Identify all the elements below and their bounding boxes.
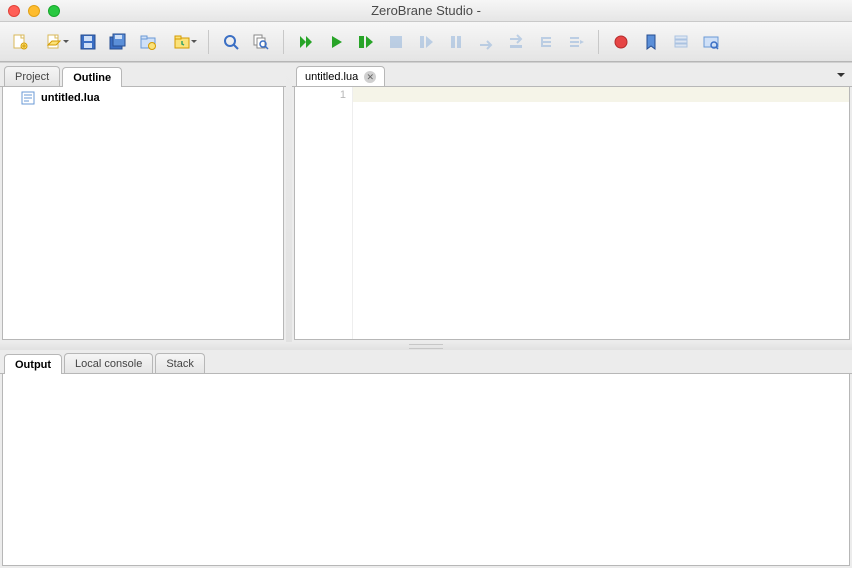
step-over-icon xyxy=(477,33,495,51)
tab-project[interactable]: Project xyxy=(4,66,60,86)
tab-outline[interactable]: Outline xyxy=(62,67,122,87)
lua-file-icon xyxy=(21,91,35,105)
step-into-button[interactable] xyxy=(412,28,440,56)
stop-button[interactable] xyxy=(382,28,410,56)
tab-local-console[interactable]: Local console xyxy=(64,353,153,373)
break-button[interactable] xyxy=(442,28,470,56)
outline-view[interactable]: untitled.lua xyxy=(2,87,284,340)
close-tab-button[interactable]: ✕ xyxy=(364,71,376,83)
breakpoint-button[interactable] xyxy=(607,28,635,56)
run-to-cursor-button[interactable] xyxy=(562,28,590,56)
find-icon xyxy=(222,33,240,51)
save-icon xyxy=(79,33,97,51)
window-title: ZeroBrane Studio - xyxy=(0,3,852,18)
editor-tabs: untitled.lua ✕ xyxy=(292,63,852,87)
code-area[interactable] xyxy=(353,87,849,339)
tab-stack[interactable]: Stack xyxy=(155,353,205,373)
bottom-tabs: Output Local console Stack xyxy=(0,350,852,374)
watch-button[interactable] xyxy=(697,28,725,56)
save-button[interactable] xyxy=(74,28,102,56)
titlebar: ZeroBrane Studio - xyxy=(0,0,852,22)
save-all-button[interactable] xyxy=(104,28,132,56)
line-gutter: 1 xyxy=(295,87,353,339)
bookmark-icon xyxy=(642,33,660,51)
run-detached-icon xyxy=(357,33,375,51)
step-out-icon xyxy=(507,33,525,51)
window-close-button[interactable] xyxy=(8,5,20,17)
side-tabs: Project Outline xyxy=(0,63,286,87)
outline-item-label: untitled.lua xyxy=(41,92,100,104)
trace-icon xyxy=(537,33,555,51)
window-minimize-button[interactable] xyxy=(28,5,40,17)
code-line[interactable] xyxy=(353,87,849,102)
run-button[interactable] xyxy=(322,28,350,56)
watch-icon xyxy=(702,33,720,51)
open-file-icon xyxy=(45,33,63,51)
tabs-overflow-button[interactable] xyxy=(834,68,848,82)
bookmark-button[interactable] xyxy=(637,28,665,56)
editor-tab-label: untitled.lua xyxy=(305,71,358,83)
breakpoint-icon xyxy=(612,33,630,51)
toolbar-separator xyxy=(208,30,209,54)
open-file-button[interactable] xyxy=(36,28,72,56)
editor-tab[interactable]: untitled.lua ✕ xyxy=(296,66,385,86)
run-detached-button[interactable] xyxy=(352,28,380,56)
recent-projects-button[interactable] xyxy=(164,28,200,56)
horizontal-splitter[interactable] xyxy=(0,342,852,350)
stack-icon xyxy=(672,33,690,51)
bottom-panel: Output Local console Stack xyxy=(0,350,852,568)
project-dir-button[interactable] xyxy=(134,28,162,56)
toolbar xyxy=(0,22,852,62)
find-in-files-icon xyxy=(252,33,270,51)
step-over-button[interactable] xyxy=(472,28,500,56)
project-dir-icon xyxy=(139,33,157,51)
recent-projects-icon xyxy=(173,33,191,51)
save-all-icon xyxy=(109,33,127,51)
find-in-files-button[interactable] xyxy=(247,28,275,56)
toolbar-separator xyxy=(283,30,284,54)
step-into-icon xyxy=(417,33,435,51)
find-button[interactable] xyxy=(217,28,245,56)
start-debugging-button[interactable] xyxy=(292,28,320,56)
main-split: Project Outline untitled.lua untitled.lu… xyxy=(0,62,852,342)
output-view[interactable] xyxy=(2,374,850,566)
step-out-button[interactable] xyxy=(502,28,530,56)
trace-button[interactable] xyxy=(532,28,560,56)
tab-output[interactable]: Output xyxy=(4,354,62,374)
new-file-button[interactable] xyxy=(6,28,34,56)
run-to-cursor-icon xyxy=(567,33,585,51)
line-number: 1 xyxy=(295,89,346,101)
stack-button[interactable] xyxy=(667,28,695,56)
break-icon xyxy=(447,33,465,51)
start-debugging-icon xyxy=(297,33,315,51)
editor-area: untitled.lua ✕ 1 xyxy=(292,63,852,342)
new-file-icon xyxy=(11,33,29,51)
outline-item[interactable]: untitled.lua xyxy=(3,87,283,109)
code-editor[interactable]: 1 xyxy=(294,87,850,340)
window-maximize-button[interactable] xyxy=(48,5,60,17)
toolbar-separator xyxy=(598,30,599,54)
stop-icon xyxy=(387,33,405,51)
run-icon xyxy=(327,33,345,51)
side-panel: Project Outline untitled.lua xyxy=(0,63,286,342)
